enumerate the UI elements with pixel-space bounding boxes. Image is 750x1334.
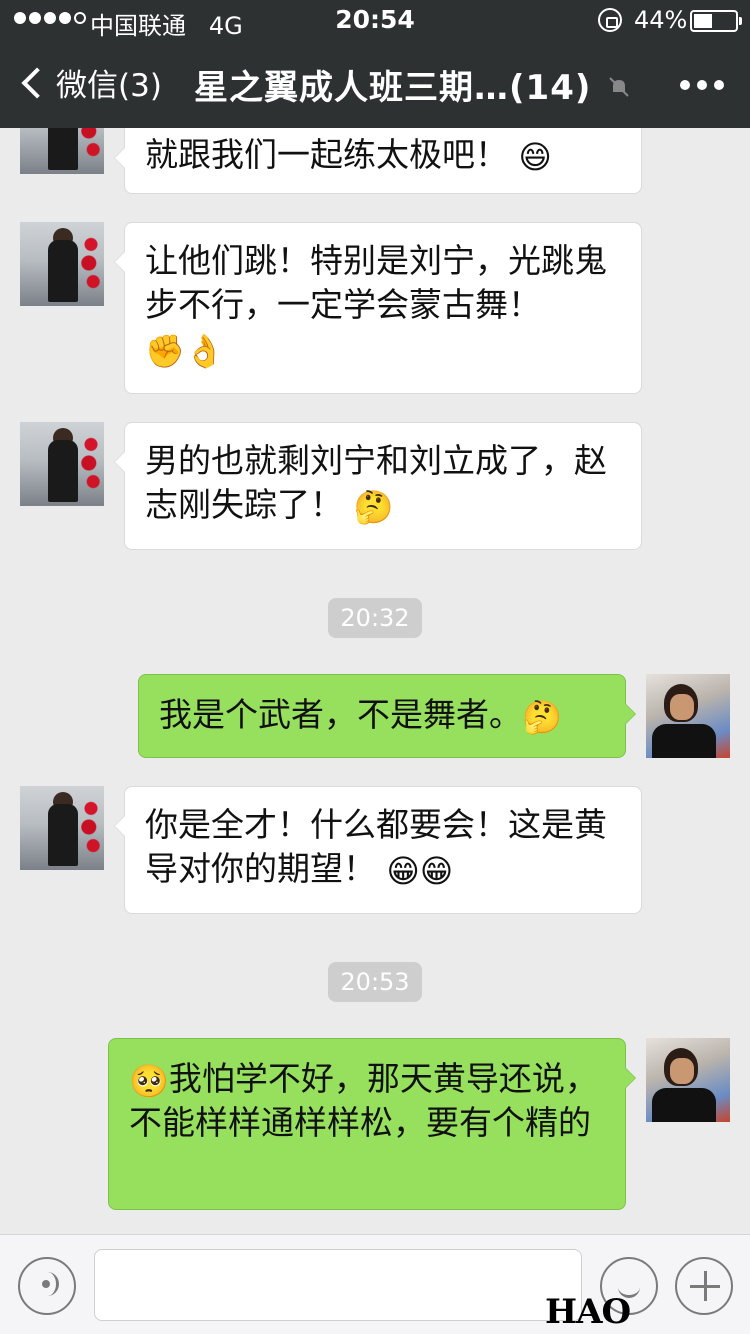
avatar[interactable] <box>646 674 730 758</box>
message-bubble[interactable]: 男的也就剩刘宁和刘立成了，赵志刚失踪了！ 🤔 <box>114 422 642 550</box>
timestamp: 20:53 <box>0 962 750 1002</box>
thinking-emoji-icon: 🤔 <box>522 698 562 736</box>
status-bar: 中国联通 4G 20:54 44% <box>0 0 750 40</box>
message-text: 让他们跳！特别是刘宁，光跳鬼步不行，一定学会蒙古舞！ <box>145 241 607 324</box>
more-options-icon[interactable] <box>680 80 724 90</box>
mute-bell-icon <box>609 77 629 97</box>
avatar[interactable] <box>646 1038 730 1122</box>
message-bubble[interactable]: 🥺我怕学不好，那天黄导还说，不能样样通样样松，要有个精的 <box>108 1038 636 1210</box>
beaming-emoji-icon: 😁 <box>386 852 420 890</box>
message-text: 你是全才！什么都要会！这是黄导对你的期望！ <box>145 805 607 888</box>
timestamp: 20:32 <box>0 598 750 638</box>
back-button[interactable]: 微信(3) <box>18 60 162 105</box>
message-bubble[interactable]: 我是个武者，不是舞者。🤔 <box>138 674 636 758</box>
battery-percent: 44% <box>634 6 688 34</box>
message-bubble[interactable]: 你是全才！什么都要会！这是黄导对你的期望！ 😁😁 <box>114 786 642 914</box>
avatar[interactable] <box>20 128 104 174</box>
header: 中国联通 4G 20:54 44% 微信(3) 星之翼成人班三期…(14) <box>0 0 750 128</box>
chat-area[interactable]: 就跟我们一起练太极吧！ 😄 让他们跳！特别是刘宁，光跳鬼步不行，一定学会蒙古舞！… <box>0 128 750 1234</box>
thinking-emoji-icon: 🤔 <box>353 488 394 526</box>
rotation-lock-icon <box>598 8 622 32</box>
avatar[interactable] <box>20 222 104 306</box>
back-label: 微信(3) <box>56 68 162 104</box>
chevron-left-icon <box>21 66 53 99</box>
avatar[interactable] <box>20 786 104 870</box>
message-bubble[interactable]: 就跟我们一起练太极吧！ 😄 <box>114 128 642 194</box>
voice-icon[interactable] <box>18 1257 76 1315</box>
battery-icon <box>690 10 742 32</box>
message-bubble[interactable]: 让他们跳！特别是刘宁，光跳鬼步不行，一定学会蒙古舞！ ✊👌 <box>114 222 642 394</box>
message-text: 我怕学不好，那天黄导还说，不能样样通样样松，要有个精的 <box>129 1059 598 1142</box>
pleading-emoji-icon: 🥺 <box>129 1062 169 1100</box>
fist-emoji-icon: ✊ <box>145 332 185 370</box>
message-text: 我是个武者，不是舞者。 <box>159 695 522 734</box>
avatar[interactable] <box>20 422 104 506</box>
nav-bar: 微信(3) 星之翼成人班三期…(14) <box>0 46 750 122</box>
beaming-emoji-icon: 😁 <box>419 852 454 890</box>
message-text: 就跟我们一起练太极吧！ <box>145 135 508 174</box>
grin-emoji-icon: 😄 <box>518 138 552 176</box>
message-input[interactable] <box>94 1249 582 1321</box>
chat-title: 星之翼成人班三期…(14) <box>194 68 592 108</box>
watermark: HAO HAND <box>545 1292 661 1334</box>
ok-hand-emoji-icon: 👌 <box>184 332 225 370</box>
